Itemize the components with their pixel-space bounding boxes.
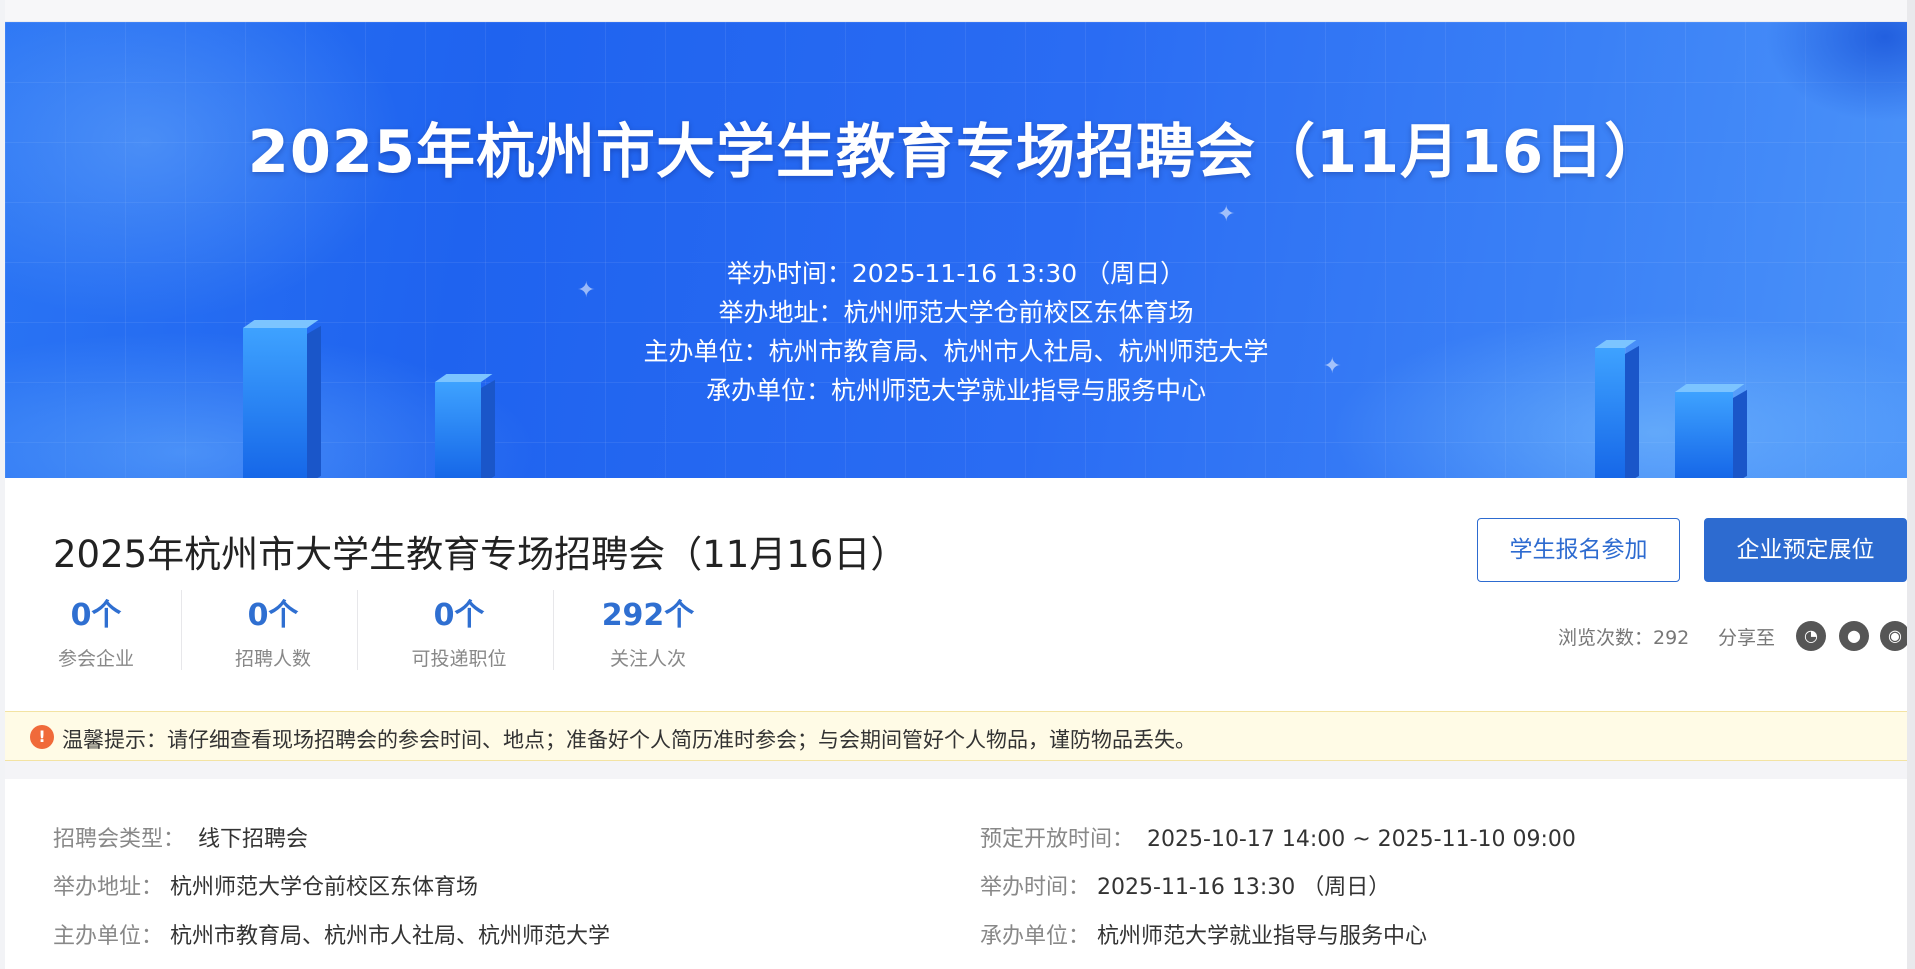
detail-key: 招聘会类型：	[53, 827, 186, 852]
page: ✦ ✦ ✦ 2025年杭州市大学生教育专场招聘会（11月16日） 举办时间：20…	[5, 0, 1910, 969]
stat-number: 0个	[70, 598, 122, 633]
detail-value: 杭州市教育局、杭州市人社局、杭州师范大学	[170, 924, 611, 949]
divider	[181, 590, 182, 670]
stat-label: 关注人次	[609, 648, 686, 670]
stat-companies: 0个 参会企业	[6, 590, 186, 671]
detail-key: 举办时间：	[980, 875, 1091, 900]
stat-label: 招聘人数	[234, 648, 311, 670]
sparkle-icon: ✦	[1217, 202, 1236, 227]
banner-title: 2025年杭州市大学生教育专场招聘会（11月16日）	[247, 117, 1665, 186]
detail-value: 线下招聘会	[198, 827, 309, 852]
detail-event-time: 举办时间： 2025-11-16 13:30 （周日）	[980, 869, 1390, 901]
banner-host: 主办单位：杭州市教育局、杭州市人社局、杭州师范大学	[643, 337, 1269, 366]
divider	[553, 590, 554, 670]
detail-key: 举办地址：	[53, 875, 164, 900]
detail-value: 杭州师范大学就业指导与服务中心	[1097, 924, 1428, 949]
notice-text: 温馨提示：请仔细查看现场招聘会的参会时间、地点；准备好个人简历准时参会；与会期间…	[62, 728, 1196, 752]
top-strip	[5, 0, 1907, 22]
qq-icon[interactable]: ●	[1839, 621, 1869, 651]
stat-number: 0个	[433, 598, 485, 633]
detail-booking-time: 预定开放时间： 2025-10-17 14:00 ~ 2025-11-10 09…	[980, 821, 1576, 853]
detail-organizer: 承办单位： 杭州师范大学就业指导与服务中心	[980, 918, 1427, 950]
divider	[357, 590, 358, 670]
warning-icon: !	[30, 725, 54, 749]
detail-key: 预定开放时间：	[980, 827, 1135, 852]
weibo-icon[interactable]: ◉	[1880, 621, 1910, 651]
event-banner: ✦ ✦ ✦ 2025年杭州市大学生教育专场招聘会（11月16日） 举办时间：20…	[5, 22, 1907, 478]
stat-label: 参会企业	[57, 648, 134, 670]
wechat-icon[interactable]: ◔	[1796, 621, 1826, 651]
stat-followers: 292个 关注人次	[558, 590, 738, 671]
stat-label: 可投递职位	[411, 648, 507, 670]
detail-value: 2025-11-16 13:30 （周日）	[1097, 875, 1391, 900]
banner-time: 举办时间：2025-11-16 13:30 （周日）	[726, 259, 1186, 288]
student-register-button[interactable]: 学生报名参加	[1477, 518, 1680, 582]
stat-positions: 0个 可投递职位	[369, 590, 549, 671]
detail-type: 招聘会类型： 线下招聘会	[53, 821, 308, 853]
detail-value: 2025-10-17 14:00 ~ 2025-11-10 09:00	[1147, 827, 1576, 852]
banner-organizer: 承办单位：杭州师范大学就业指导与服务中心	[705, 376, 1206, 405]
banner-address: 举办地址：杭州师范大学仓前校区东体育场	[718, 298, 1194, 327]
stat-hires: 0个 招聘人数	[183, 590, 363, 671]
detail-host: 主办单位： 杭州市教育局、杭州市人社局、杭州师范大学	[53, 918, 610, 950]
stat-number: 0个	[247, 598, 299, 633]
page-title: 2025年杭州市大学生教育专场招聘会（11月16日）	[53, 533, 908, 576]
notice-banner: ! 温馨提示：请仔细查看现场招聘会的参会时间、地点；准备好个人简历准时参会；与会…	[5, 711, 1907, 761]
section-gap	[5, 761, 1907, 779]
share-label: 分享至	[1718, 627, 1776, 649]
detail-key: 承办单位：	[980, 924, 1091, 949]
view-count: 浏览次数：292	[1558, 627, 1690, 649]
company-booth-button[interactable]: 企业预定展位	[1704, 518, 1907, 582]
page-scrollbar[interactable]	[1907, 0, 1915, 969]
detail-value: 杭州师范大学仓前校区东体育场	[170, 875, 479, 900]
detail-address: 举办地址： 杭州师范大学仓前校区东体育场	[53, 869, 478, 901]
detail-key: 主办单位：	[53, 924, 164, 949]
stat-number: 292个	[601, 598, 695, 633]
